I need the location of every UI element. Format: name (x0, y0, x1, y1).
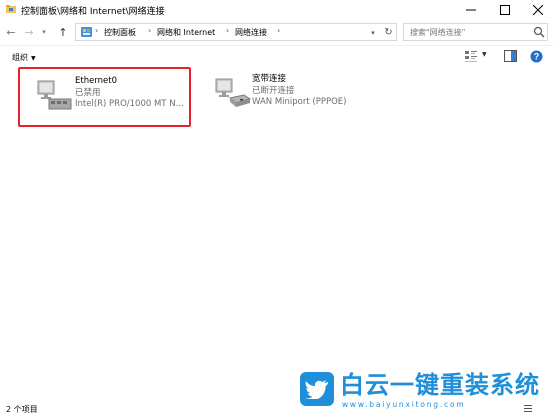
preview-pane-icon[interactable] (504, 50, 517, 62)
up-button[interactable]: ↑ (56, 25, 70, 39)
list-item-broadband[interactable]: 宽带连接 已断开连接 WAN Miniport (PPPOE) (214, 67, 384, 127)
watermark: 白云一键重装系统 www.baiyunxitong.com (300, 372, 552, 416)
control-panel-icon (81, 27, 92, 37)
arrow-up-icon: ↑ (58, 25, 68, 39)
breadcrumb-separator: › (148, 26, 152, 35)
breadcrumb-network-connections[interactable]: 网络连接 (235, 27, 267, 38)
dialup-connection-icon (215, 78, 252, 107)
network-adapter-disabled-icon (37, 80, 72, 110)
window-title: 控制面板\网络和 Internet\网络连接 (21, 7, 165, 17)
watermark-brand: 白云一键重装系统 (340, 371, 540, 399)
item-status: 已断开连接 (252, 85, 295, 96)
network-folder-icon (6, 5, 16, 13)
bird-logo-icon (300, 372, 334, 406)
item-count: 2 个项目 (6, 405, 38, 414)
minimize-icon (466, 9, 476, 11)
svg-text:?: ? (534, 52, 540, 62)
address-row: ← → ▾ ↑ › 控制面板 › 网络和 Internet › 网络连接 › ▾… (0, 20, 554, 45)
arrow-right-icon: → (24, 25, 34, 39)
arrow-left-icon: ← (6, 25, 16, 39)
recent-locations-button[interactable]: ▾ (39, 25, 49, 39)
watermark-url: www.baiyunxitong.com (342, 400, 466, 409)
address-history-button[interactable]: ▾ (367, 26, 379, 39)
refresh-button[interactable]: ↻ (382, 25, 395, 39)
close-button[interactable] (522, 0, 554, 20)
maximize-button[interactable] (489, 0, 521, 20)
item-status: 已禁用 (75, 87, 101, 98)
close-icon (533, 5, 543, 15)
title-bar: 控制面板\网络和 Internet\网络连接 (0, 0, 554, 20)
breadcrumb-separator: › (277, 26, 281, 35)
view-options-dropdown[interactable]: ▼ (482, 51, 487, 58)
breadcrumb-separator: › (226, 26, 230, 35)
list-item-ethernet0[interactable]: Ethernet0 已禁用 Intel(R) PRO/1000 MT N... (18, 67, 191, 127)
chevron-down-icon: ▼ (31, 55, 36, 62)
back-button[interactable]: ← (4, 25, 18, 39)
organize-label: 组织 (12, 53, 28, 62)
item-name: Ethernet0 (75, 76, 118, 86)
chevron-down-icon: ▾ (371, 28, 375, 37)
command-bar: 组织 ▼ ▼ ? (0, 45, 554, 67)
item-text: Ethernet0 已禁用 Intel(R) PRO/1000 MT N... (75, 76, 184, 111)
breadcrumb-network-internet[interactable]: 网络和 Internet (157, 27, 215, 38)
item-device: Intel(R) PRO/1000 MT N... (75, 99, 184, 109)
item-text: 宽带连接 已断开连接 WAN Miniport (PPPOE) (252, 74, 346, 109)
chevron-down-icon: ▾ (42, 28, 46, 36)
forward-button[interactable]: → (22, 25, 36, 39)
help-icon[interactable]: ? (530, 50, 543, 63)
breadcrumb-separator: › (95, 26, 99, 35)
item-name: 宽带连接 (252, 74, 287, 84)
address-bar[interactable]: › 控制面板 › 网络和 Internet › 网络连接 › ▾ ↻ (75, 23, 397, 41)
item-device: WAN Miniport (PPPOE) (252, 97, 347, 107)
search-input[interactable]: 搜索"网络连接" (403, 23, 548, 41)
organize-menu-button[interactable]: 组织 ▼ (12, 52, 36, 63)
maximize-icon (500, 5, 510, 15)
search-icon (533, 26, 545, 38)
search-placeholder: 搜索"网络连接" (410, 28, 466, 37)
refresh-icon: ↻ (384, 26, 393, 38)
minimize-button[interactable] (455, 0, 487, 20)
connections-list: Ethernet0 已禁用 Intel(R) PRO/1000 MT N... … (0, 67, 554, 400)
change-view-icon[interactable] (464, 50, 478, 63)
breadcrumb-control-panel[interactable]: 控制面板 (104, 27, 136, 38)
